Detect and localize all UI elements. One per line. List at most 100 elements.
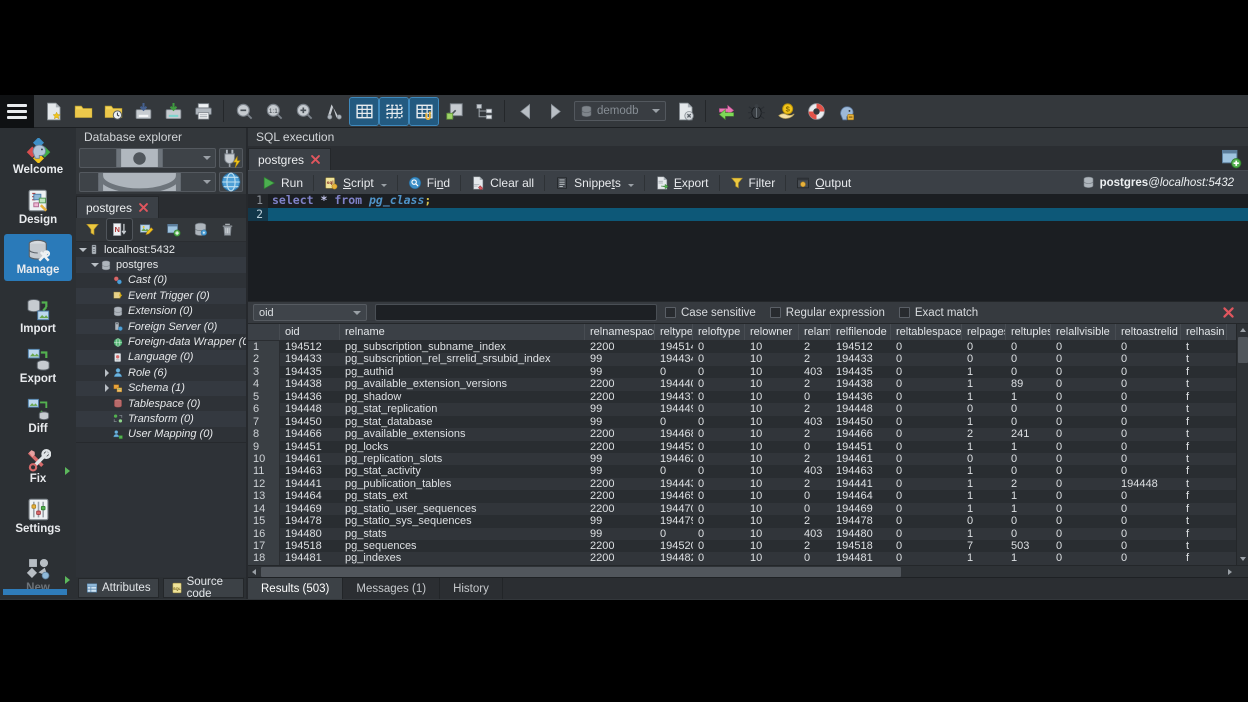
checkbox-case-sensitive[interactable]: Case sensitive [665, 307, 756, 319]
tab-results-503[interactable]: Results (503) [248, 578, 343, 599]
zoom-in-button[interactable] [290, 98, 318, 125]
sidebar-item-import[interactable]: Import [4, 293, 72, 340]
about-button[interactable] [832, 98, 860, 125]
table-row[interactable]: 4194438pg_available_extension_versions22… [248, 378, 1248, 390]
scrollbar-thumb[interactable] [261, 567, 901, 577]
bug-report-button[interactable] [742, 98, 770, 125]
database-selector[interactable]: demodb [574, 101, 666, 121]
menu-button[interactable] [0, 95, 34, 128]
sidebar-item-fix[interactable]: Fix [4, 443, 72, 490]
tree-item-extension-0[interactable]: Extension (0) [76, 304, 246, 319]
open-recent-button[interactable] [99, 98, 127, 125]
sidebar-item-design[interactable]: Design [4, 184, 72, 231]
table-row[interactable]: 15194478pg_statio_sys_sequences991944790… [248, 515, 1248, 527]
zoom-out-button[interactable] [230, 98, 258, 125]
checkbox-regular-expression[interactable]: Regular expression [770, 307, 885, 319]
grid-edit-button[interactable] [380, 98, 408, 125]
column-header-reltuples[interactable]: reltuples [1006, 324, 1051, 340]
tree-item-transform-0[interactable]: Transform (0) [76, 411, 246, 426]
filter-search-input[interactable] [375, 304, 657, 321]
refresh-browser-button[interactable] [219, 172, 243, 192]
table-row[interactable]: 1194512pg_subscription_subname_index2200… [248, 341, 1248, 353]
save-export-button[interactable] [159, 98, 187, 125]
scroll-up-icon[interactable] [1237, 324, 1248, 336]
table-row[interactable]: 7194450pg_stat_database99001040319445001… [248, 416, 1248, 428]
table-row[interactable]: 11194463pg_stat_activity9900104031944630… [248, 465, 1248, 477]
back-button[interactable] [511, 98, 539, 125]
column-header-relam[interactable]: relam [799, 324, 831, 340]
editor-line-2[interactable]: 2 [248, 208, 1248, 222]
table-row[interactable]: 8194466pg_available_extensions2200194468… [248, 428, 1248, 440]
column-header-relhasin[interactable]: relhasin [1181, 324, 1227, 340]
transfer-button[interactable] [712, 98, 740, 125]
column-header-reltablespace[interactable]: reltablespace [891, 324, 962, 340]
sidebar-item-diff[interactable]: Diff [4, 393, 72, 440]
tree-item-foreign-data-wrapper-0[interactable]: Foreign-data Wrapper (0) [76, 334, 246, 349]
tree-view-button[interactable] [470, 98, 498, 125]
sql-tab-postgres[interactable]: postgres [248, 148, 331, 170]
tree-item-schema-1[interactable]: Schema (1) [76, 381, 246, 396]
column-header-reltoastrelid[interactable]: reltoastrelid [1116, 324, 1181, 340]
new-document-button[interactable] [39, 98, 67, 125]
sidebar-item-settings[interactable]: Settings [4, 493, 72, 540]
tree-item-event-trigger-0[interactable]: Event Trigger (0) [76, 288, 246, 303]
new-editor-button[interactable] [1220, 148, 1242, 167]
table-row[interactable]: 5194436pg_shadow220019443701001944360110… [248, 391, 1248, 403]
delete-object-button[interactable] [215, 219, 240, 240]
column-header-relname[interactable]: relname [340, 324, 585, 340]
scroll-right-icon[interactable] [1224, 566, 1236, 578]
script-button[interactable]: sqlScript [316, 172, 395, 194]
sort-tree-button[interactable]: N [107, 219, 132, 240]
table-row[interactable]: 6194448pg_stat_replication99194449010219… [248, 403, 1248, 415]
table-row[interactable]: 18194481pg_indexes2200194482010019448101… [248, 552, 1248, 564]
table-row[interactable]: 14194469pg_statio_user_sequences22001944… [248, 503, 1248, 515]
tree-item-role-6[interactable]: Role (6) [76, 365, 246, 380]
open-button[interactable] [69, 98, 97, 125]
filter-column-select[interactable]: oid [253, 304, 367, 321]
table-row[interactable]: 3194435pg_authid99001040319443501000f [248, 366, 1248, 378]
forward-button[interactable] [541, 98, 569, 125]
column-header-reltype[interactable]: reltype [655, 324, 693, 340]
expander-down-icon[interactable] [78, 248, 88, 252]
grid-view-button[interactable] [350, 98, 378, 125]
table-row[interactable]: 17194518pg_sequences22001945200102194518… [248, 540, 1248, 552]
column-header-relpages[interactable]: relpages [962, 324, 1006, 340]
close-icon[interactable] [138, 202, 149, 213]
diagram-button[interactable] [440, 98, 468, 125]
table-row[interactable]: 16194480pg_stats99001040319448001000f [248, 528, 1248, 540]
checkbox-exact-match[interactable]: Exact match [899, 307, 978, 319]
tab-source-code[interactable]: SQLSource code [163, 578, 244, 598]
close-document-button[interactable] [671, 98, 699, 125]
compare-button[interactable] [320, 98, 348, 125]
vertical-scrollbar[interactable] [1236, 324, 1248, 565]
tree-item-cast-0[interactable]: Cast (0) [76, 273, 246, 288]
database-dropdown[interactable]: postgres [79, 172, 216, 192]
tree-item-localhost-5432[interactable]: localhost:5432 [76, 242, 246, 257]
donate-button[interactable]: $ [772, 98, 800, 125]
close-filter-icon[interactable] [1222, 306, 1235, 319]
print-button[interactable] [189, 98, 217, 125]
filter-tree-button[interactable] [80, 219, 105, 240]
save-import-button[interactable] [129, 98, 157, 125]
create-object-button[interactable] [161, 219, 186, 240]
tree-item-language-0[interactable]: Language (0) [76, 350, 246, 365]
tree-item-foreign-server-0[interactable]: Foreign Server (0) [76, 319, 246, 334]
column-header-relnamespace[interactable]: relnamespace [585, 324, 655, 340]
zoom-original-button[interactable]: 1:1 [260, 98, 288, 125]
tree-item-postgres[interactable]: postgres [76, 257, 246, 272]
expander-right-icon[interactable] [102, 384, 112, 392]
find-button[interactable]: Find [400, 172, 458, 194]
column-header-reloftype[interactable]: reloftype [693, 324, 745, 340]
snippets-button[interactable]: Snippets [547, 172, 642, 194]
duplicate-db-button[interactable] [188, 219, 213, 240]
connection-dropdown[interactable]: local-db (localhost:5432 [79, 148, 216, 168]
scrollbar-thumb[interactable] [1238, 337, 1248, 363]
tab-messages-1[interactable]: Messages (1) [343, 578, 440, 599]
explorer-tab-postgres[interactable]: postgres [76, 196, 159, 218]
column-header-relfilenode[interactable]: relfilenode [831, 324, 891, 340]
table-row[interactable]: 2194433pg_subscription_rel_srrelid_srsub… [248, 353, 1248, 365]
expander-right-icon[interactable] [102, 369, 112, 377]
sidebar-item-manage[interactable]: Manage [4, 234, 72, 281]
export-button[interactable]: Export [647, 172, 717, 194]
clear-all-button[interactable]: Clear all [463, 172, 542, 194]
